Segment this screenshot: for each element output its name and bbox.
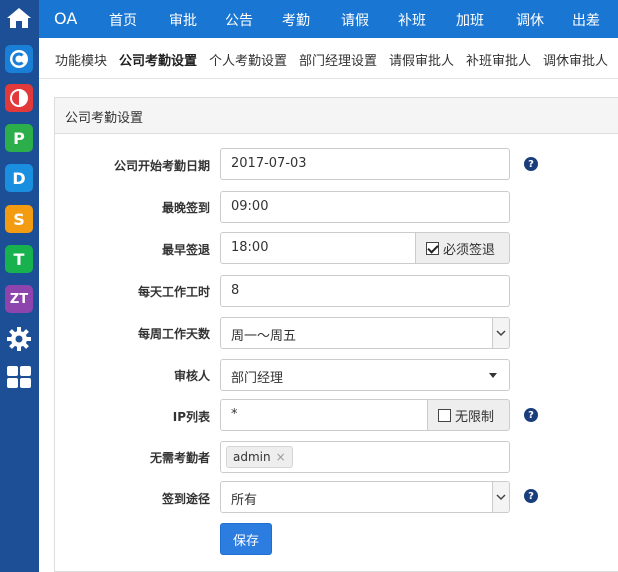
tab-leave-approver[interactable]: 请假审批人 xyxy=(389,50,454,69)
exempt-tag: admin × xyxy=(226,446,293,468)
start-date-input[interactable]: 2017-07-03 xyxy=(220,148,510,180)
tab-company-attendance[interactable]: 公司考勤设置 xyxy=(119,50,197,69)
help-icon[interactable]: ? xyxy=(524,489,538,503)
must-checkout-addon[interactable]: 必须签退 xyxy=(415,232,510,264)
daily-hours-input[interactable]: 8 xyxy=(220,275,510,307)
approver-select[interactable]: 部门经理 xyxy=(220,359,510,391)
signin-method-label: 签到途径 xyxy=(161,492,210,506)
tag-remove-icon[interactable]: × xyxy=(276,450,286,464)
exempt-label: 无需考勤者 xyxy=(149,451,210,465)
nav-home[interactable]: 首页 xyxy=(109,10,137,30)
nav-attendance[interactable]: 考勤 xyxy=(282,10,310,30)
brand-logo[interactable]: OA xyxy=(54,9,77,28)
help-icon[interactable]: ? xyxy=(524,408,538,422)
approver-value: 部门经理 xyxy=(231,371,284,386)
panel-title: 公司考勤设置 xyxy=(65,111,144,126)
tab-personal-attendance[interactable]: 个人考勤设置 xyxy=(209,50,287,69)
unlimited-addon[interactable]: 无限制 xyxy=(427,399,510,431)
chevron-down-icon[interactable] xyxy=(492,482,509,512)
nav-makeup[interactable]: 补班 xyxy=(398,10,426,30)
grid-icon[interactable] xyxy=(5,363,33,391)
weekly-days-label: 每周工作天数 xyxy=(137,327,210,341)
app-circle-icon[interactable] xyxy=(5,84,33,112)
earliest-checkout-label: 最早签退 xyxy=(161,243,210,257)
must-checkout-label: 必须签退 xyxy=(443,242,496,258)
signin-method-value: 所有 xyxy=(231,493,258,508)
app-c-icon[interactable] xyxy=(5,45,33,73)
daily-hours-label: 每天工作工时 xyxy=(137,285,210,299)
help-icon[interactable]: ? xyxy=(524,157,538,171)
app-d-icon[interactable]: D xyxy=(5,164,33,192)
tab-dept-manager[interactable]: 部门经理设置 xyxy=(299,50,377,69)
tab-dayoff-approver[interactable]: 调休审批人 xyxy=(543,50,608,69)
weekly-days-value: 周一～周五 xyxy=(231,329,297,344)
exempt-tag-label: admin xyxy=(233,450,271,464)
top-nav: OA 首页 审批 公告 考勤 请假 补班 加班 调休 出差 xyxy=(39,0,618,38)
caret-down-icon[interactable] xyxy=(489,373,497,378)
exempt-tag-input[interactable]: admin × xyxy=(220,441,510,473)
signin-method-select[interactable]: 所有 xyxy=(220,481,510,513)
app-dock: P D S T ZT xyxy=(0,0,39,572)
tab-function-modules[interactable]: 功能模块 xyxy=(55,50,107,69)
approver-label: 审核人 xyxy=(173,369,210,383)
ip-list-label: IP列表 xyxy=(172,410,210,424)
home-icon[interactable] xyxy=(5,4,33,32)
app-t-icon[interactable]: T xyxy=(5,245,33,273)
start-date-label: 公司开始考勤日期 xyxy=(113,159,210,173)
latest-checkin-input[interactable]: 09:00 xyxy=(220,191,510,223)
ip-list-input[interactable]: * xyxy=(220,399,428,431)
must-checkout-checkbox[interactable] xyxy=(426,241,439,255)
latest-checkin-label: 最晚签到 xyxy=(161,201,210,215)
panel-header: 公司考勤设置 xyxy=(55,98,618,134)
nav-notice[interactable]: 公告 xyxy=(225,10,253,30)
chevron-down-icon[interactable] xyxy=(492,318,509,348)
nav-overtime[interactable]: 加班 xyxy=(456,10,484,30)
sub-nav: 功能模块 公司考勤设置 个人考勤设置 部门经理设置 请假审批人 补班审批人 调休… xyxy=(39,38,618,79)
unlimited-label: 无限制 xyxy=(455,409,495,425)
earliest-checkout-input[interactable]: 18:00 xyxy=(220,232,416,264)
app-s-icon[interactable]: S xyxy=(5,205,33,233)
weekly-days-select[interactable]: 周一～周五 xyxy=(220,317,510,349)
gear-icon[interactable] xyxy=(5,325,33,353)
app-zt-icon[interactable]: ZT xyxy=(5,285,33,313)
tab-makeup-approver[interactable]: 补班审批人 xyxy=(466,50,531,69)
app-p-icon[interactable]: P xyxy=(5,124,33,152)
nav-leave[interactable]: 请假 xyxy=(341,10,369,30)
nav-approval[interactable]: 审批 xyxy=(169,10,197,30)
nav-dayoff[interactable]: 调休 xyxy=(516,10,544,30)
unlimited-checkbox[interactable] xyxy=(438,408,451,422)
nav-trip[interactable]: 出差 xyxy=(572,10,600,30)
save-button[interactable]: 保存 xyxy=(220,523,272,555)
